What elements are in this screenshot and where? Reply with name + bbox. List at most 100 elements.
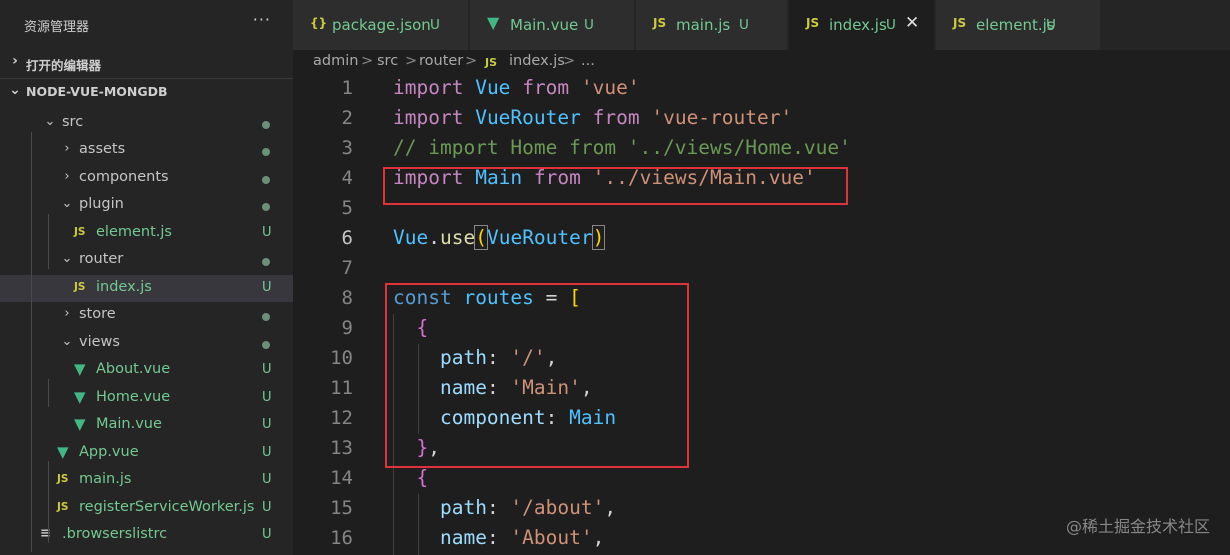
vue-file-icon: ▼ xyxy=(74,415,86,433)
tree-folder[interactable]: ⌄ src xyxy=(0,110,293,138)
tree-folder[interactable]: › store xyxy=(0,302,293,330)
tab-package-json[interactable]: {} package.json U xyxy=(293,0,469,50)
tree-file[interactable]: JS main.js U xyxy=(0,467,293,495)
breadcrumb-item-src[interactable]: src xyxy=(377,53,398,69)
modified-dot-icon xyxy=(262,120,270,129)
tree-item-label: views xyxy=(79,333,120,350)
line-number: 7 xyxy=(341,257,353,279)
tree-folder[interactable]: ⌄ router xyxy=(0,247,293,275)
tree-item-label: element.js xyxy=(96,223,172,240)
code-line-2: import VueRouter from 'vue-router' xyxy=(393,106,793,129)
tree-indent-guide xyxy=(31,132,32,552)
vue-file-icon: ▼ xyxy=(74,387,86,406)
chevron-down-icon: ⌄ xyxy=(61,251,73,266)
tree-file[interactable]: ▼ App.vue U xyxy=(0,440,293,468)
line-number: 13 xyxy=(330,437,353,459)
tree-file[interactable]: JS registerServiceWorker.js U xyxy=(0,495,293,523)
tree-folder[interactable]: ⌄ plugin xyxy=(0,192,293,220)
line-number: 15 xyxy=(330,497,353,519)
tree-item-label: main.js xyxy=(79,471,132,487)
tab-index-js[interactable]: JS index.js U ✕ xyxy=(789,0,935,50)
tree-indent-guide xyxy=(48,379,49,407)
untracked-badge: U xyxy=(262,444,272,460)
modified-dot-icon xyxy=(262,175,270,184)
chevron-right-icon: › xyxy=(64,141,70,156)
open-editors-section[interactable]: › 打开的编辑器 xyxy=(0,50,293,76)
chevron-down-icon: ⌄ xyxy=(61,333,73,349)
breadcrumb-separator: > xyxy=(563,53,576,69)
tab-label: index.js xyxy=(829,16,887,34)
line-number: 4 xyxy=(341,167,353,189)
code-editor[interactable]: 1 2 3 4 5 6 7 8 9 10 11 12 13 14 15 16 import Vue from … xyxy=(293,74,1230,555)
chevron-down-icon: ⌄ xyxy=(61,196,73,211)
file-tree-list: ›public⌄src›assets›components⌄pluginJSel… xyxy=(0,104,293,552)
explorer-sidebar: 资源管理器 ··· › 打开的编辑器 ⌄ NODE-VUE-MONGDB ›pu… xyxy=(0,0,293,555)
tree-folder[interactable]: › components xyxy=(0,165,293,193)
code-line-16: name: 'About', xyxy=(439,526,605,549)
highlight-box-routes xyxy=(385,283,689,468)
vue-file-icon: ▼ xyxy=(57,442,69,461)
js-file-icon: JS xyxy=(806,16,820,30)
project-label: NODE-VUE-MONGDB xyxy=(26,84,168,99)
close-icon[interactable]: ✕ xyxy=(905,13,919,33)
tree-folder[interactable]: › assets xyxy=(0,137,293,165)
explorer-title: 资源管理器 xyxy=(24,20,90,35)
untracked-badge: U xyxy=(262,224,272,240)
untracked-badge: U xyxy=(262,417,272,432)
line-number: 16 xyxy=(330,527,353,549)
line-number: 9 xyxy=(341,317,353,339)
untracked-badge: U xyxy=(262,362,272,377)
code-line-1: import Vue from 'vue' xyxy=(393,76,640,99)
tab-main-js[interactable]: JS main.js U xyxy=(636,0,788,50)
code-line-15: path: '/about', xyxy=(439,496,617,519)
breadcrumb-item-router[interactable]: router xyxy=(419,53,463,69)
watermark: @稀土掘金技术社区 xyxy=(1065,517,1210,536)
modified-dot-icon xyxy=(262,148,270,156)
js-file-icon: JS xyxy=(653,16,667,30)
js-file-icon: JS xyxy=(57,473,69,485)
line-number-gutter: 1 2 3 4 5 6 7 8 9 10 11 12 13 14 15 16 xyxy=(293,74,373,555)
tree-item-label: components xyxy=(79,168,169,185)
tree-item-label: registerServiceWorker.js xyxy=(79,498,255,515)
chevron-down-icon: ⌄ xyxy=(9,82,21,98)
breadcrumb-item-symbols[interactable]: ... xyxy=(581,53,595,69)
breadcrumb-separator: > xyxy=(361,53,374,69)
tree-file[interactable]: ▼ About.vue U xyxy=(0,357,293,385)
tree-item-label: assets xyxy=(79,141,126,157)
modified-dot-icon xyxy=(262,340,270,349)
tree-folder[interactable]: ⌄ views xyxy=(0,330,293,358)
code-line-14: { xyxy=(416,466,429,489)
more-actions-icon[interactable]: ··· xyxy=(253,10,271,29)
modified-dot-icon xyxy=(262,203,270,211)
project-section[interactable]: ⌄ NODE-VUE-MONGDB xyxy=(0,78,293,105)
line-number: 11 xyxy=(330,377,353,399)
untracked-badge: U xyxy=(262,389,272,405)
tree-file[interactable]: JS element.js U xyxy=(0,220,293,248)
line-number: 12 xyxy=(330,407,353,429)
code-line-6: Vue.use(VueRouter) xyxy=(393,225,606,250)
tree-file[interactable]: ▼ Main.vue U xyxy=(0,412,293,440)
tree-file[interactable]: ≡ .browserslistrc U xyxy=(0,522,293,550)
tree-item-label: router xyxy=(79,251,124,267)
untracked-badge: U xyxy=(886,17,896,33)
untracked-badge: U xyxy=(262,279,272,295)
line-number: 3 xyxy=(341,137,353,159)
untracked-badge: U xyxy=(739,17,749,33)
breadcrumb-item-file[interactable]: index.js xyxy=(509,53,565,69)
vue-file-icon: ▼ xyxy=(487,13,500,32)
untracked-badge: U xyxy=(1046,17,1056,33)
tab-element-js[interactable]: JS element.js U xyxy=(936,0,1101,50)
line-number: 10 xyxy=(330,347,353,369)
open-editors-label: 打开的编辑器 xyxy=(26,58,102,73)
tree-file[interactable]: ▼ Home.vue U xyxy=(0,385,293,413)
tree-item-label: About.vue xyxy=(96,361,171,377)
line-number: 14 xyxy=(330,467,353,489)
tab-label: package.json xyxy=(332,16,431,34)
tab-main-vue[interactable]: ▼ Main.vue U xyxy=(470,0,635,50)
untracked-badge: U xyxy=(262,499,272,515)
tab-label: Main.vue xyxy=(510,16,579,34)
line-number: 5 xyxy=(341,197,353,219)
tree-indent-guide xyxy=(48,214,49,269)
breadcrumb-item-admin[interactable]: admin xyxy=(313,53,358,69)
tree-file[interactable]: JS index.js U xyxy=(0,274,293,302)
